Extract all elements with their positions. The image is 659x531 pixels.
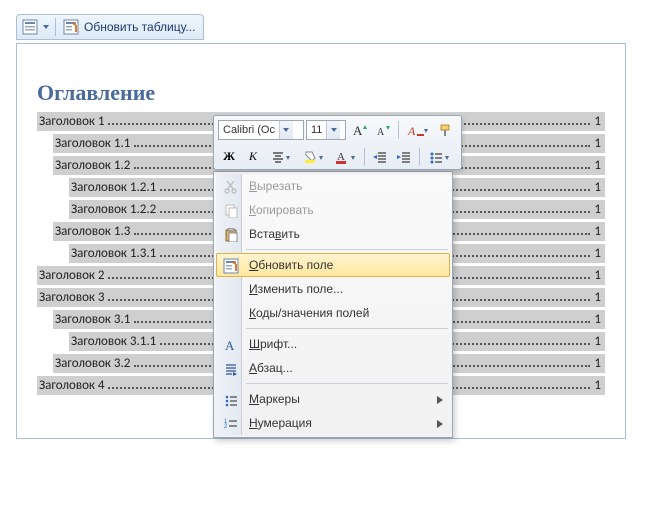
decrease-indent-button[interactable] bbox=[369, 147, 391, 167]
toc-entry-label: Заголовок 1.1 bbox=[53, 134, 130, 153]
toolbar-separator bbox=[364, 148, 365, 166]
update-field-icon bbox=[222, 257, 240, 275]
svg-text:A: A bbox=[407, 124, 416, 137]
copy-icon bbox=[222, 202, 240, 220]
numbering-icon: 12 bbox=[222, 415, 240, 433]
chevron-down-icon[interactable] bbox=[326, 121, 340, 139]
bullets-icon bbox=[222, 391, 240, 409]
ctx-copy-label: Копировать bbox=[249, 203, 431, 217]
font-icon: A bbox=[222, 336, 240, 354]
align-center-button[interactable] bbox=[266, 147, 296, 167]
toc-entry-label: Заголовок 3.1.1 bbox=[69, 332, 156, 351]
ribbon-separator bbox=[55, 18, 56, 36]
toc-entry-page: 1 bbox=[594, 200, 603, 219]
toc-entry-page: 1 bbox=[594, 310, 603, 329]
ctx-font[interactable]: A Шрифт... bbox=[216, 332, 450, 356]
svg-text:A: A bbox=[353, 123, 363, 137]
toc-ribbon-tab[interactable]: Обновить таблицу... bbox=[16, 14, 204, 40]
font-color-button[interactable]: A bbox=[330, 147, 360, 167]
toc-entry-page: 1 bbox=[594, 288, 603, 307]
ctx-edit-field[interactable]: Изменить поле... bbox=[216, 277, 450, 301]
toc-gallery-icon[interactable] bbox=[21, 18, 39, 36]
document-area: Оглавление Заголовок 1 1 Заголовок 1.1 1 Заг… bbox=[16, 43, 626, 439]
toc-entry-page: 1 bbox=[594, 112, 603, 131]
toolbar-separator bbox=[419, 148, 420, 166]
submenu-arrow-icon bbox=[437, 420, 443, 428]
toc-gallery-dropdown-icon[interactable] bbox=[43, 24, 49, 30]
paste-icon bbox=[222, 226, 240, 244]
ctx-paste-label: Вставить bbox=[249, 227, 431, 241]
font-name-combo[interactable]: Calibri (Ос bbox=[218, 120, 304, 140]
toc-entry-label: Заголовок 4 bbox=[37, 376, 104, 395]
mini-toolbar: Calibri (Ос 11 A A A Ж К A bbox=[213, 115, 462, 170]
ctx-edit-field-label: Изменить поле... bbox=[249, 282, 431, 296]
ctx-paste[interactable]: Вставить bbox=[216, 222, 450, 246]
toc-entry-page: 1 bbox=[594, 266, 603, 285]
bullets-button[interactable] bbox=[424, 147, 454, 167]
shrink-font-button[interactable]: A bbox=[372, 120, 394, 140]
cut-icon bbox=[222, 178, 240, 196]
ctx-numbering[interactable]: 12 Нумерация bbox=[216, 411, 450, 435]
toc-entry-label: Заголовок 3 bbox=[37, 288, 104, 307]
toc-entry-page: 1 bbox=[594, 178, 603, 197]
ctx-font-label: Шрифт... bbox=[249, 337, 431, 351]
toc-entry-page: 1 bbox=[594, 244, 603, 263]
ctx-field-codes[interactable]: Коды/значения полей bbox=[216, 301, 450, 325]
ctx-paragraph-label: Абзац... bbox=[249, 361, 431, 375]
toc-entry-page: 1 bbox=[594, 156, 603, 175]
font-size-combo[interactable]: 11 bbox=[306, 120, 346, 140]
highlight-button[interactable] bbox=[298, 147, 328, 167]
ctx-update-field[interactable]: Обновить поле bbox=[216, 253, 450, 277]
toc-entry-label: Заголовок 1.3 bbox=[53, 222, 130, 241]
increase-indent-button[interactable] bbox=[393, 147, 415, 167]
svg-text:A: A bbox=[225, 338, 235, 352]
context-menu: Вырезать Копировать Вставить Обновить по… bbox=[213, 171, 453, 438]
ctx-paragraph[interactable]: Абзац... bbox=[216, 356, 450, 380]
ctx-update-field-label: Обновить поле bbox=[249, 258, 431, 272]
toc-entry-label: Заголовок 1.2.2 bbox=[69, 200, 156, 219]
toc-entry-page: 1 bbox=[594, 222, 603, 241]
update-table-icon[interactable] bbox=[62, 18, 80, 36]
ctx-numbering-label: Нумерация bbox=[249, 416, 431, 430]
context-menu-separator bbox=[246, 383, 448, 384]
update-table-label[interactable]: Обновить таблицу... bbox=[84, 20, 195, 34]
ctx-bullets-label: Маркеры bbox=[249, 392, 431, 406]
toc-entry-label: Заголовок 1.2.1 bbox=[69, 178, 156, 197]
italic-button[interactable]: К bbox=[242, 147, 264, 167]
ribbon-contextual-tab-bar: Обновить таблицу... bbox=[16, 14, 659, 44]
chevron-down-icon[interactable] bbox=[279, 121, 293, 139]
toc-title: Оглавление bbox=[37, 80, 605, 106]
context-menu-separator bbox=[246, 249, 448, 250]
toc-entry-page: 1 bbox=[594, 134, 603, 153]
toc-entry-page: 1 bbox=[594, 376, 603, 395]
svg-text:A: A bbox=[377, 127, 385, 137]
toc-entry-label: Заголовок 3.2 bbox=[53, 354, 130, 373]
styles-button[interactable]: A bbox=[403, 120, 433, 140]
toc-entry-label: Заголовок 1 bbox=[37, 112, 104, 131]
toc-entry-label: Заголовок 2 bbox=[37, 266, 104, 285]
toc-entry-label: Заголовок 1.2 bbox=[53, 156, 130, 175]
ctx-cut-label: Вырезать bbox=[249, 179, 431, 193]
bold-button[interactable]: Ж bbox=[218, 147, 240, 167]
toc-entry-page: 1 bbox=[594, 354, 603, 373]
ctx-cut[interactable]: Вырезать bbox=[216, 174, 450, 198]
toolbar-separator bbox=[398, 121, 399, 139]
toc-entry-label: Заголовок 3.1 bbox=[53, 310, 130, 329]
format-painter-button[interactable] bbox=[435, 120, 457, 140]
paragraph-icon bbox=[222, 360, 240, 378]
grow-font-button[interactable]: A bbox=[348, 120, 370, 140]
context-menu-separator bbox=[246, 328, 448, 329]
ctx-bullets[interactable]: Маркеры bbox=[216, 387, 450, 411]
font-name-value: Calibri (Ос bbox=[219, 124, 279, 136]
svg-text:2: 2 bbox=[224, 424, 228, 430]
submenu-arrow-icon bbox=[437, 396, 443, 404]
toc-entry-label: Заголовок 1.3.1 bbox=[69, 244, 156, 263]
toc-entry-page: 1 bbox=[594, 332, 603, 351]
ctx-copy[interactable]: Копировать bbox=[216, 198, 450, 222]
ctx-field-codes-label: Коды/значения полей bbox=[249, 306, 431, 320]
font-size-value: 11 bbox=[307, 124, 326, 136]
